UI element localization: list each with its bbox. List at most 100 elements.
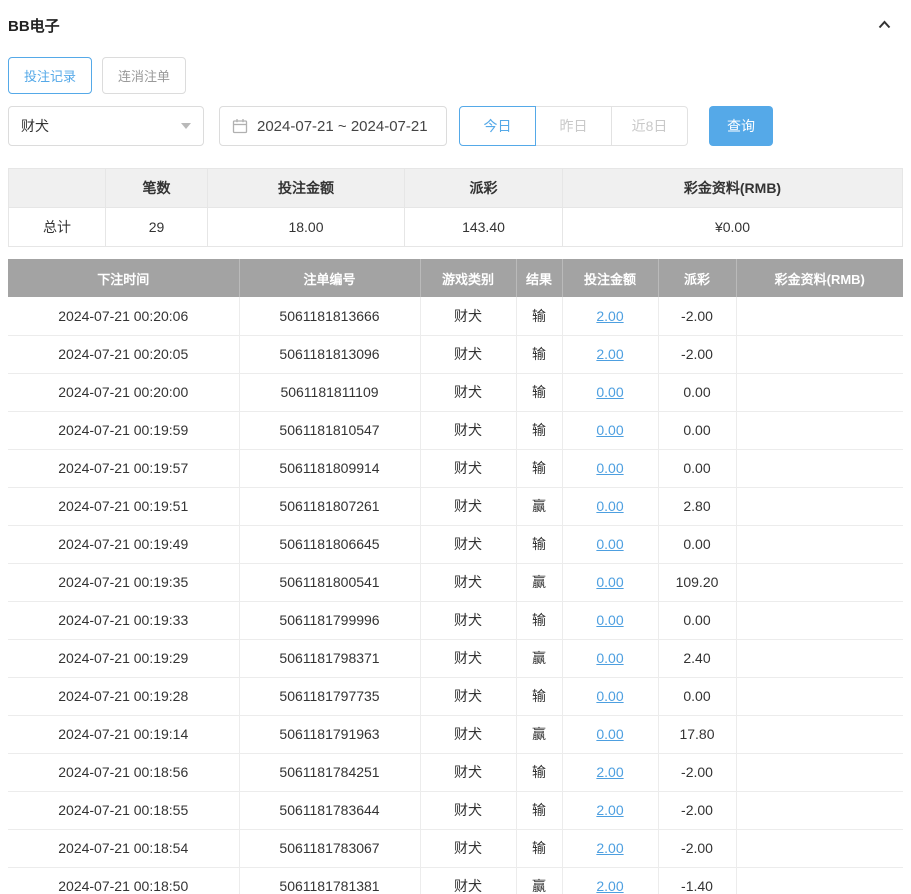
payout-cell: 0.00 bbox=[658, 677, 737, 716]
bet-time-cell: 2024-07-21 00:20:00 bbox=[8, 373, 240, 412]
result-cell: 输 bbox=[516, 373, 563, 412]
bonus-cell bbox=[736, 297, 903, 336]
payout-cell: -2.00 bbox=[658, 335, 737, 374]
calendar-icon bbox=[232, 119, 248, 134]
bet-amount-link[interactable]: 0.00 bbox=[596, 536, 623, 552]
bet-amount-link[interactable]: 0.00 bbox=[596, 422, 623, 438]
bet-amount-link[interactable]: 2.00 bbox=[596, 802, 623, 818]
bonus-cell bbox=[736, 753, 903, 792]
bet-amount-link[interactable]: 2.00 bbox=[596, 764, 623, 780]
payout-cell: 0.00 bbox=[658, 525, 737, 564]
bet-time-cell: 2024-07-21 00:19:35 bbox=[8, 563, 240, 602]
filter-bar: 财犬 2024-07-21 ~ 2024-07-21 今日 昨日 近8日 查询 bbox=[8, 106, 903, 146]
payout-cell: 0.00 bbox=[658, 373, 737, 412]
order-id-cell: 5061181799996 bbox=[239, 601, 421, 640]
order-id-cell: 5061181800541 bbox=[239, 563, 421, 602]
order-id-cell: 5061181810547 bbox=[239, 411, 421, 450]
order-id-cell: 5061181813666 bbox=[239, 297, 421, 336]
game-select[interactable]: 财犬 bbox=[8, 106, 204, 146]
bet-amount-link[interactable]: 0.00 bbox=[596, 726, 623, 742]
summary-total-bet-amount: 18.00 bbox=[207, 207, 405, 247]
date-range-input[interactable]: 2024-07-21 ~ 2024-07-21 bbox=[219, 106, 447, 146]
bet-amount-link[interactable]: 0.00 bbox=[596, 574, 623, 590]
order-id-cell: 5061181781381 bbox=[239, 867, 421, 894]
summary-total-count: 29 bbox=[105, 207, 208, 247]
bet-time-cell: 2024-07-21 00:20:06 bbox=[8, 297, 240, 336]
bet-amount-link[interactable]: 0.00 bbox=[596, 384, 623, 400]
game-select-value: 财犬 bbox=[21, 118, 49, 134]
record-tabs: 投注记录 连消注单 bbox=[8, 57, 903, 94]
query-button[interactable]: 查询 bbox=[709, 106, 773, 146]
bet-amount-link[interactable]: 0.00 bbox=[596, 688, 623, 704]
bet-amount-cell: 2.00 bbox=[562, 829, 659, 868]
game-type-cell: 财犬 bbox=[420, 563, 517, 602]
bet-amount-link[interactable]: 2.00 bbox=[596, 840, 623, 856]
quick-btn-yesterday[interactable]: 昨日 bbox=[535, 106, 612, 146]
payout-cell: 0.00 bbox=[658, 449, 737, 488]
result-cell: 赢 bbox=[516, 563, 563, 602]
result-cell: 输 bbox=[516, 829, 563, 868]
bet-amount-link[interactable]: 2.00 bbox=[596, 346, 623, 362]
bet-time-cell: 2024-07-21 00:19:14 bbox=[8, 715, 240, 754]
bet-time-cell: 2024-07-21 00:19:28 bbox=[8, 677, 240, 716]
order-id-cell: 5061181783644 bbox=[239, 791, 421, 830]
bet-amount-cell: 2.00 bbox=[562, 753, 659, 792]
result-cell: 赢 bbox=[516, 715, 563, 754]
bet-amount-cell: 0.00 bbox=[562, 525, 659, 564]
col-bet-time: 下注时间 bbox=[8, 259, 240, 297]
order-id-cell: 5061181797735 bbox=[239, 677, 421, 716]
bet-time-cell: 2024-07-21 00:19:49 bbox=[8, 525, 240, 564]
result-cell: 输 bbox=[516, 753, 563, 792]
table-row: 2024-07-21 00:20:00 5061181811109 财犬输 0.00 0… bbox=[8, 373, 903, 412]
game-type-cell: 财犬 bbox=[420, 829, 517, 868]
bonus-cell bbox=[736, 601, 903, 640]
quick-btn-today[interactable]: 今日 bbox=[459, 106, 536, 146]
bet-amount-link[interactable]: 0.00 bbox=[596, 498, 623, 514]
game-type-cell: 财犬 bbox=[420, 373, 517, 412]
payout-cell: 0.00 bbox=[658, 601, 737, 640]
bet-amount-link[interactable]: 0.00 bbox=[596, 460, 623, 476]
payout-cell: -1.40 bbox=[658, 867, 737, 894]
bet-amount-link[interactable]: 0.00 bbox=[596, 650, 623, 666]
bet-table-body: 2024-07-21 00:20:06 5061181813666 财犬输 2.00-… bbox=[8, 297, 903, 894]
payout-cell: 17.80 bbox=[658, 715, 737, 754]
game-type-cell: 财犬 bbox=[420, 449, 517, 488]
bonus-cell bbox=[736, 639, 903, 678]
bet-amount-cell: 0.00 bbox=[562, 449, 659, 488]
table-row: 2024-07-21 00:18:50 5061181781381 财犬赢 2.00 -… bbox=[8, 867, 903, 894]
game-type-cell: 财犬 bbox=[420, 297, 517, 336]
tab-cancelled-orders[interactable]: 连消注单 bbox=[102, 57, 187, 94]
bonus-cell bbox=[736, 791, 903, 830]
quick-btn-last-8-days[interactable]: 近8日 bbox=[611, 106, 688, 146]
result-cell: 输 bbox=[516, 525, 563, 564]
quick-date-group: 今日 昨日 近8日 bbox=[459, 106, 688, 146]
game-type-cell: 财犬 bbox=[420, 525, 517, 564]
bet-amount-cell: 0.00 bbox=[562, 639, 659, 678]
col-order-id: 注单编号 bbox=[239, 259, 421, 297]
bet-amount-link[interactable]: 2.00 bbox=[596, 308, 623, 324]
bet-amount-cell: 0.00 bbox=[562, 411, 659, 450]
bet-amount-link[interactable]: 0.00 bbox=[596, 612, 623, 628]
game-type-cell: 财犬 bbox=[420, 411, 517, 450]
panel-header: BB电子 bbox=[8, 0, 903, 37]
game-type-cell: 财犬 bbox=[420, 867, 517, 894]
result-cell: 赢 bbox=[516, 867, 563, 894]
bet-time-cell: 2024-07-21 00:19:59 bbox=[8, 411, 240, 450]
summary-col-bet-amount: 投注金额 bbox=[207, 168, 405, 208]
order-id-cell: 5061181784251 bbox=[239, 753, 421, 792]
table-row: 2024-07-21 00:18:56 5061181784251 财犬输 2.00 -… bbox=[8, 753, 903, 792]
table-row: 2024-07-21 00:19:14 5061181791963 财犬赢 0.00 1… bbox=[8, 715, 903, 754]
collapse-button[interactable] bbox=[871, 13, 897, 37]
bet-amount-cell: 0.00 bbox=[562, 677, 659, 716]
table-row: 2024-07-21 00:19:57 5061181809914 财犬输 0.00 0… bbox=[8, 449, 903, 488]
payout-cell: -2.00 bbox=[658, 829, 737, 868]
bet-time-cell: 2024-07-21 00:19:29 bbox=[8, 639, 240, 678]
col-bonus: 彩金资料(RMB) bbox=[736, 259, 903, 297]
bet-amount-link[interactable]: 2.00 bbox=[596, 878, 623, 894]
tab-bet-records[interactable]: 投注记录 bbox=[8, 57, 93, 94]
order-id-cell: 5061181809914 bbox=[239, 449, 421, 488]
payout-cell: -2.00 bbox=[658, 791, 737, 830]
payout-cell: 2.40 bbox=[658, 639, 737, 678]
bet-time-cell: 2024-07-21 00:18:54 bbox=[8, 829, 240, 868]
bet-amount-cell: 2.00 bbox=[562, 867, 659, 894]
